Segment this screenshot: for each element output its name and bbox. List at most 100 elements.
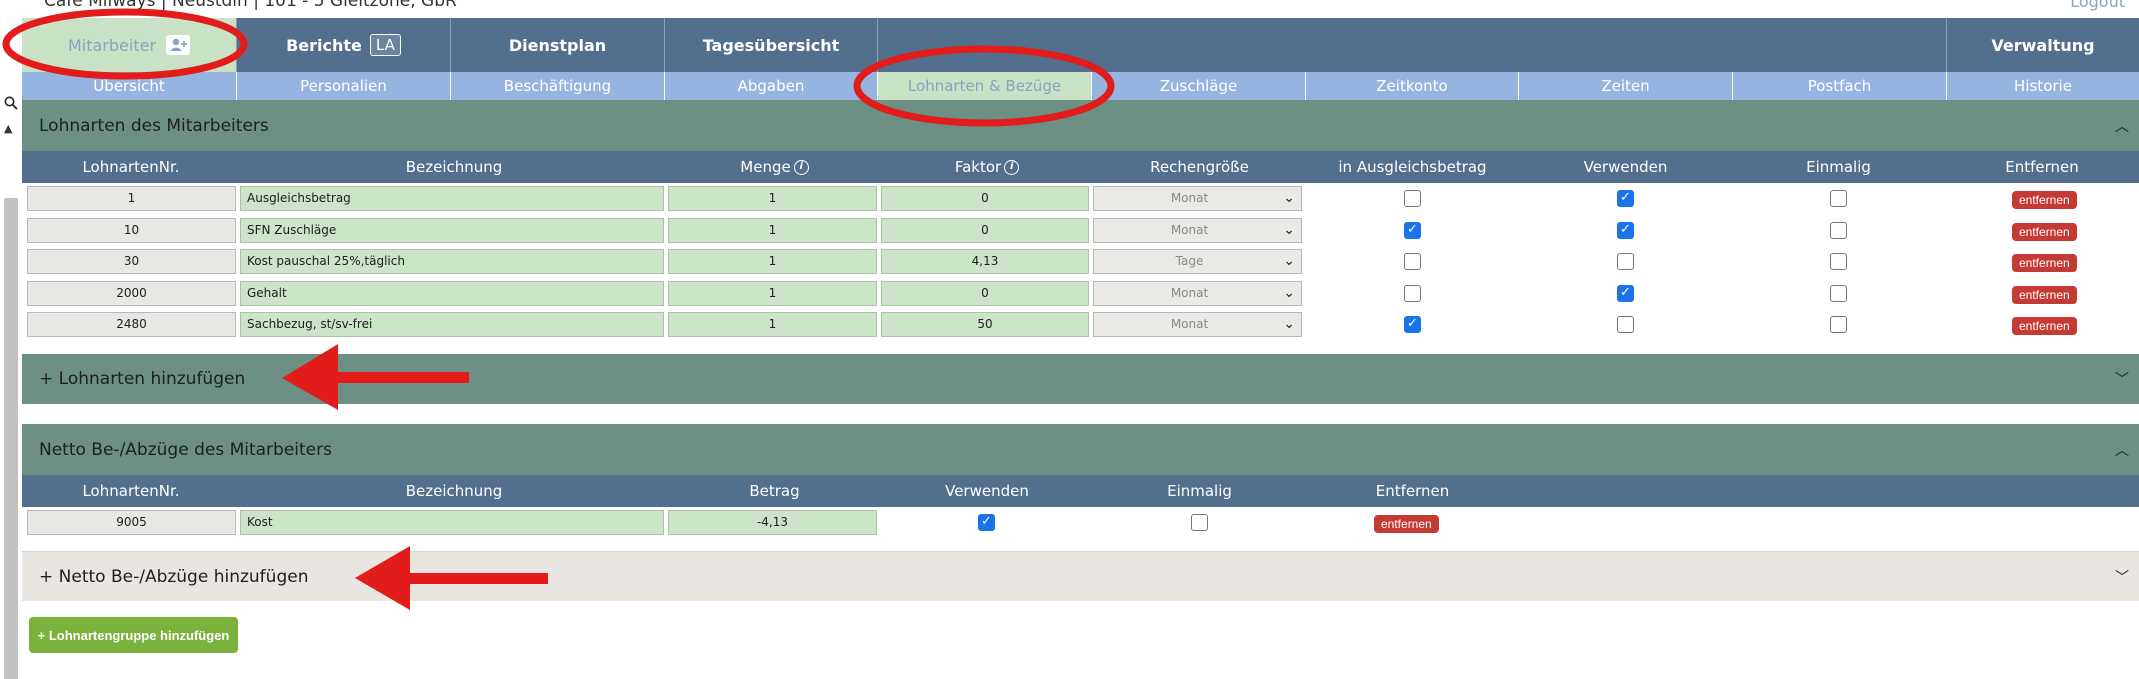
verwenden-checkbox[interactable] xyxy=(1617,253,1634,270)
einmalig-checkbox[interactable] xyxy=(1830,285,1847,302)
lohnart-nr-field[interactable]: 10 xyxy=(27,218,236,243)
chevron-down-icon: ⌄ xyxy=(1283,253,1295,269)
add-netto-row[interactable]: + Netto Be-/Abzüge hinzufügen ﹀ xyxy=(22,551,2139,601)
lohnarten-section-header[interactable]: Lohnarten des Mitarbeiters ︿ xyxy=(22,100,2139,151)
remove-button[interactable]: entfernen xyxy=(2012,254,2077,272)
logout-link[interactable]: Logout xyxy=(2070,0,2125,11)
ausgleich-checkbox[interactable] xyxy=(1404,190,1421,207)
bezeichnung-field[interactable]: Ausgleichsbetrag xyxy=(240,186,664,211)
faktor-field[interactable]: 0 xyxy=(881,218,1089,243)
lohnarten-column-headers: LohnartenNr. Bezeichnung Menge i Faktor i … xyxy=(22,151,2139,183)
lohnart-nr-field[interactable]: 2480 xyxy=(27,312,236,337)
einmalig-checkbox[interactable] xyxy=(1830,190,1847,207)
subtab-personalien[interactable]: Personalien xyxy=(237,72,451,100)
verwenden-checkbox[interactable]: ✓ xyxy=(1617,190,1634,207)
add-lohnarten-label[interactable]: + Lohnarten hinzufügen xyxy=(39,369,245,389)
nav-tab-mitarbeiter[interactable]: Mitarbeiter xyxy=(22,18,237,72)
subtab-lohnarten-bezuege[interactable]: Lohnarten & Bezüge xyxy=(878,72,1092,100)
info-icon[interactable]: i xyxy=(793,160,809,175)
chevron-down-icon: ⌄ xyxy=(1283,190,1295,206)
bezeichnung-field[interactable]: Kost pauschal 25%,täglich xyxy=(240,249,664,274)
col-header-label: Menge xyxy=(740,158,791,176)
remove-button[interactable]: entfernen xyxy=(2012,317,2077,335)
chevron-down-icon: ⌄ xyxy=(1283,285,1295,301)
einmalig-checkbox[interactable] xyxy=(1830,222,1847,239)
col-header: Betrag xyxy=(749,482,800,500)
ausgleich-checkbox[interactable]: ✓ xyxy=(1404,316,1421,333)
main-nav: Mitarbeiter Berichte LA Dienstplan Tages… xyxy=(22,18,2139,72)
rechengroesse-value: Monat xyxy=(1170,191,1209,205)
ausgleich-checkbox[interactable] xyxy=(1404,285,1421,302)
sidebar-toggle-icon[interactable]: ‹ xyxy=(0,44,22,66)
nav-tab-dienstplan[interactable]: Dienstplan xyxy=(451,18,665,72)
faktor-field[interactable]: 4,13 xyxy=(881,249,1089,274)
subtab-beschaeftigung[interactable]: Beschäftigung xyxy=(451,72,665,100)
nav-tab-tagesuebersicht[interactable]: Tagesübersicht xyxy=(665,18,878,72)
faktor-field[interactable]: 0 xyxy=(881,186,1089,211)
chevron-down-icon[interactable]: ﹀ xyxy=(2115,567,2129,587)
subtab-zuschlaege[interactable]: Zuschläge xyxy=(1092,72,1306,100)
betrag-field[interactable]: -4,13 xyxy=(668,510,877,535)
add-netto-label[interactable]: + Netto Be-/Abzüge hinzufügen xyxy=(39,567,308,587)
lohnart-nr-field[interactable]: 2000 xyxy=(27,281,236,306)
faktor-field[interactable]: 50 xyxy=(881,312,1089,337)
lohnart-nr-field[interactable]: 30 xyxy=(27,249,236,274)
rechengroesse-select[interactable]: Tage ⌄ xyxy=(1093,249,1302,274)
table-row: 10 SFN Zuschläge 1 0 Monat ⌄ ✓ ✓ entfernen xyxy=(22,215,2139,246)
einmalig-checkbox[interactable] xyxy=(1830,316,1847,333)
menge-field[interactable]: 1 xyxy=(668,281,877,306)
subtab-abgaben[interactable]: Abgaben xyxy=(665,72,878,100)
menge-field[interactable]: 1 xyxy=(668,218,877,243)
rechengroesse-select[interactable]: Monat ⌄ xyxy=(1093,186,1302,211)
subtab-historie[interactable]: Historie xyxy=(1947,72,2139,100)
subtab-uebersicht[interactable]: Übersicht xyxy=(22,72,237,100)
remove-button[interactable]: entfernen xyxy=(2012,191,2077,209)
einmalig-checkbox[interactable] xyxy=(1830,253,1847,270)
col-header: Verwenden xyxy=(945,482,1029,500)
faktor-field[interactable]: 0 xyxy=(881,281,1089,306)
menge-field[interactable]: 1 xyxy=(668,249,877,274)
chevron-up-icon[interactable]: ︿ xyxy=(2115,440,2129,460)
remove-button[interactable]: entfernen xyxy=(2012,286,2077,304)
add-lohnartengruppe-button[interactable]: + Lohnartengruppe hinzufügen xyxy=(29,617,238,653)
bezeichnung-field[interactable]: SFN Zuschläge xyxy=(240,218,664,243)
verwenden-checkbox[interactable]: ✓ xyxy=(978,514,995,531)
verwenden-checkbox[interactable]: ✓ xyxy=(1617,285,1634,302)
add-lohnarten-row[interactable]: + Lohnarten hinzufügen ﹀ xyxy=(22,354,2139,404)
verwenden-checkbox[interactable] xyxy=(1617,316,1634,333)
einmalig-checkbox[interactable] xyxy=(1191,514,1208,531)
menge-field[interactable]: 1 xyxy=(668,312,877,337)
rechengroesse-select[interactable]: Monat ⌄ xyxy=(1093,312,1302,337)
netto-section-header[interactable]: Netto Be-/Abzüge des Mitarbeiters ︿ xyxy=(22,424,2139,475)
section-title: Netto Be-/Abzüge des Mitarbeiters xyxy=(39,439,332,460)
col-header: Bezeichnung xyxy=(405,482,503,500)
subtab-zeitkonto[interactable]: Zeitkonto xyxy=(1306,72,1519,100)
rechengroesse-select[interactable]: Monat ⌄ xyxy=(1093,218,1302,243)
nav-tab-verwaltung[interactable]: Verwaltung xyxy=(1947,18,2139,72)
scrollbar[interactable] xyxy=(4,198,18,679)
bezeichnung-field[interactable]: Gehalt xyxy=(240,281,664,306)
scroll-up-icon[interactable]: ▲ xyxy=(4,122,12,135)
remove-button[interactable]: entfernen xyxy=(1374,515,1439,533)
header-strip: Cafe Milways | Neustdin | 101 - 5 Gleitz… xyxy=(0,0,2139,18)
bezeichnung-field[interactable]: Sachbezug, st/sv-frei xyxy=(240,312,664,337)
lohnart-nr-field[interactable]: 9005 xyxy=(27,510,236,535)
menge-field[interactable]: 1 xyxy=(668,186,877,211)
search-icon[interactable] xyxy=(0,94,22,116)
lohnart-nr-field[interactable]: 1 xyxy=(27,186,236,211)
remove-button[interactable]: entfernen xyxy=(2012,223,2077,241)
rechengroesse-select[interactable]: Monat ⌄ xyxy=(1093,281,1302,306)
verwenden-checkbox[interactable]: ✓ xyxy=(1617,222,1634,239)
bezeichnung-field[interactable]: Kost xyxy=(240,510,664,535)
subtab-postfach[interactable]: Postfach xyxy=(1733,72,1947,100)
ausgleich-checkbox[interactable] xyxy=(1404,253,1421,270)
info-icon[interactable]: i xyxy=(1004,160,1020,175)
ausgleich-checkbox[interactable]: ✓ xyxy=(1404,222,1421,239)
chevron-up-icon[interactable]: ︿ xyxy=(2115,116,2129,136)
col-header: Einmalig xyxy=(1167,482,1232,500)
chevron-down-icon[interactable]: ﹀ xyxy=(2115,369,2129,389)
subtab-zeiten[interactable]: Zeiten xyxy=(1519,72,1733,100)
nav-tab-berichte[interactable]: Berichte LA xyxy=(237,18,451,72)
sub-nav: Übersicht Personalien Beschäftigung Abga… xyxy=(22,72,2139,100)
company-title: Cafe Milways | Neustdin | 101 - 5 Gleitz… xyxy=(44,0,457,11)
